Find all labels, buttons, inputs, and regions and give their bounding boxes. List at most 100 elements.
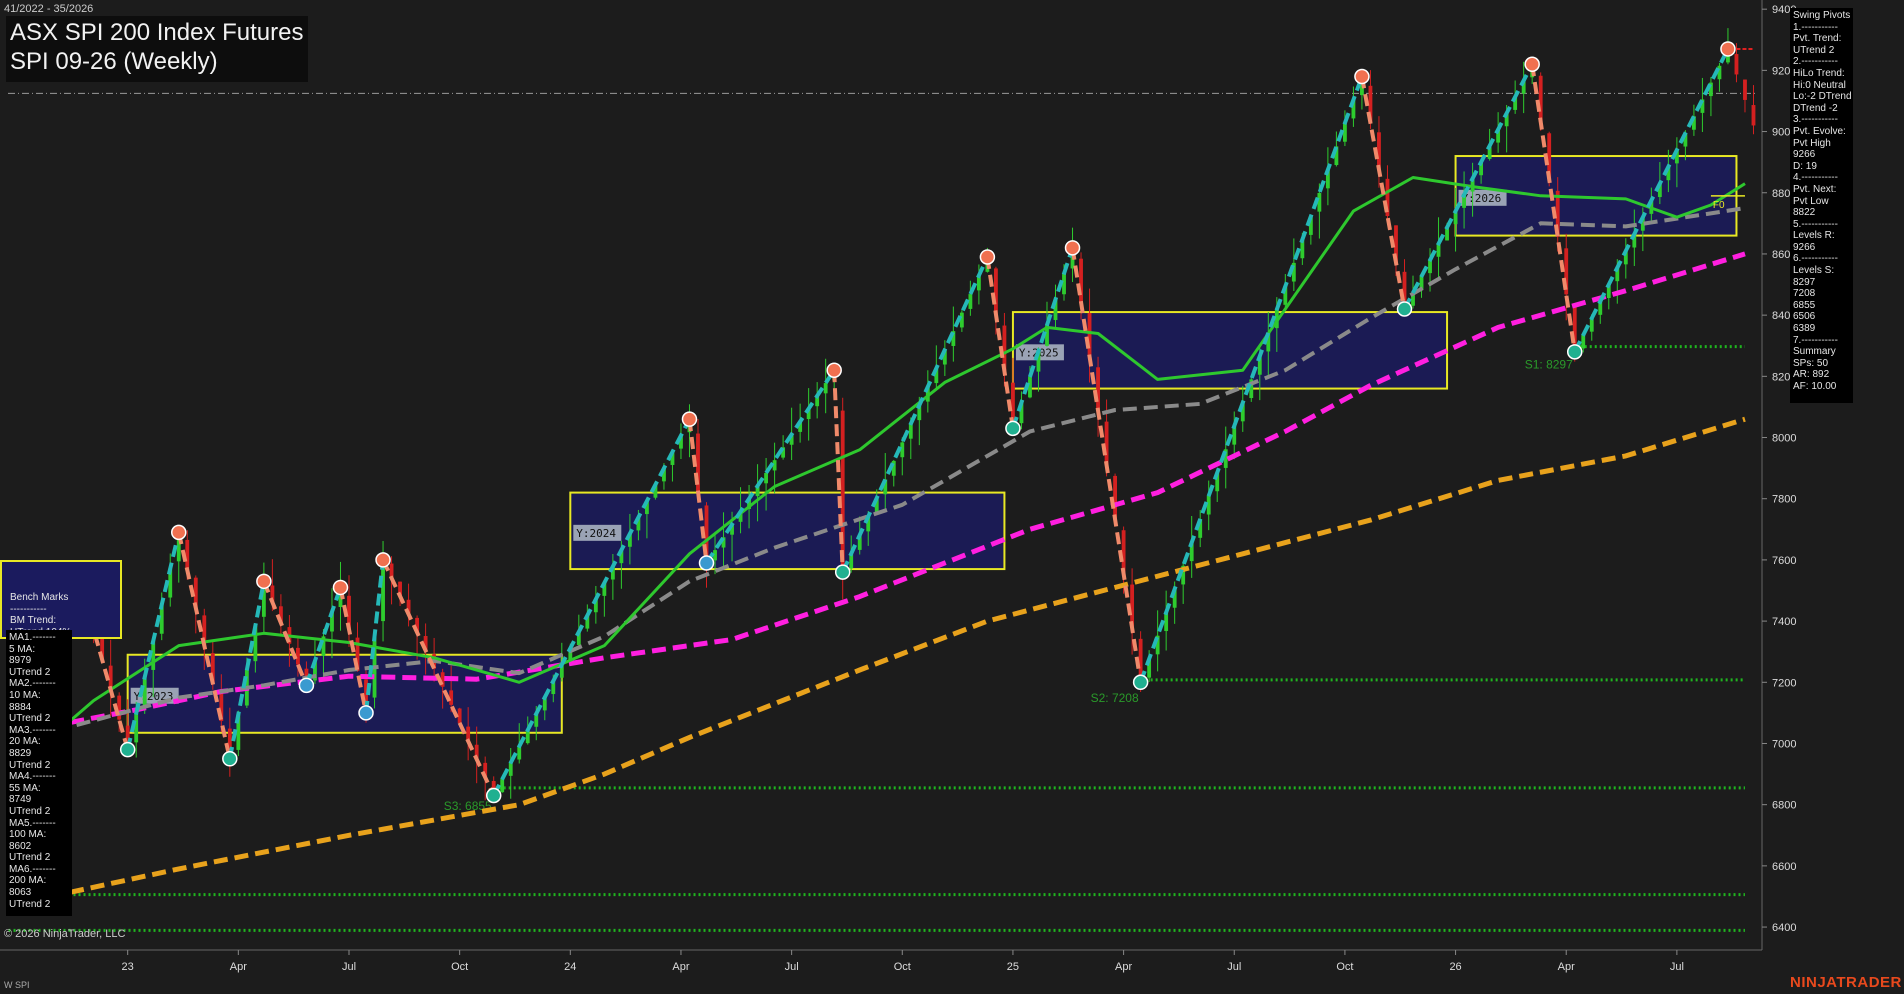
ma-panel-line: 5 MA: xyxy=(9,643,36,655)
swing-panel-line: 2.----------- xyxy=(1793,56,1838,68)
candle xyxy=(1394,225,1398,276)
candle xyxy=(168,553,173,607)
candle-body xyxy=(840,410,845,573)
candle-body xyxy=(1436,243,1441,257)
ma-panel-line: 8829 xyxy=(9,747,32,759)
ma-panel-line: UTrend 2 xyxy=(9,666,51,678)
chart-title-box: ASX SPI 200 Index Futures SPI 09-26 (Wee… xyxy=(6,16,308,82)
candle xyxy=(1325,147,1330,206)
candle-body xyxy=(1377,132,1381,170)
candle xyxy=(1743,79,1747,113)
time-tick-label: Jul xyxy=(342,961,356,973)
swing-high-pivot xyxy=(1064,240,1081,256)
swing-panel-line: 6.----------- xyxy=(1793,253,1838,265)
swing-low-pivot xyxy=(119,741,136,758)
swing-panel-line: D: 19 xyxy=(1793,160,1817,172)
candle xyxy=(806,388,811,441)
brand-logo: NINJATRADER xyxy=(1790,974,1902,991)
ma-panel-line: 8884 xyxy=(9,701,32,713)
time-tick-label: Jul xyxy=(1227,961,1241,973)
ma-panel-line: MA2.------- xyxy=(9,678,56,690)
time-tick-label: 26 xyxy=(1449,961,1461,973)
bench-panel-line: BM Trend: xyxy=(10,615,57,626)
time-tick-label: 25 xyxy=(1007,961,1019,973)
candle-body xyxy=(1538,75,1543,122)
swing-panel-line: Pvt High xyxy=(1793,137,1831,149)
ma-panel-line: 8063 xyxy=(9,887,32,899)
swing-low-pivot xyxy=(1566,344,1583,360)
candle xyxy=(1717,62,1722,92)
swing-high-pivot xyxy=(256,573,272,590)
swing-panel-line: 1.----------- xyxy=(1793,21,1838,33)
swing-low-pivot xyxy=(485,787,502,804)
candle-body xyxy=(1087,312,1092,357)
swing-panel-line: 7.----------- xyxy=(1793,334,1838,346)
swing-panel-line: 6855 xyxy=(1793,299,1816,311)
ma-panel-line: 100 MA: xyxy=(9,829,47,841)
swing-panel-line: Pvt. Trend: xyxy=(1793,33,1842,45)
ma-panel-line: 8749 xyxy=(9,794,32,806)
candle-body xyxy=(1743,79,1747,100)
price-tick-label: 6800 xyxy=(1772,800,1796,812)
candle xyxy=(1291,238,1296,292)
swing-low-pivot xyxy=(298,677,315,694)
swing-panel-line: Pvt. Evolve: xyxy=(1793,125,1846,137)
time-tick-label: Jul xyxy=(1670,961,1684,973)
swing-panel-line: 8822 xyxy=(1793,207,1816,219)
ma-panel-line: MA1.------- xyxy=(9,632,56,643)
candle-body xyxy=(823,383,828,394)
swing-panel-line: Lo:-2 DTrend xyxy=(1793,91,1852,103)
candle xyxy=(942,340,947,377)
time-tick-label: Apr xyxy=(230,961,247,973)
swing-high-pivot xyxy=(1720,41,1736,57)
candle-body xyxy=(151,640,156,670)
candle-body xyxy=(185,539,190,571)
year-label: Y:2026 xyxy=(1462,192,1502,205)
copyright: © 2026 NinjaTrader, LLC xyxy=(4,928,126,940)
time-tick-label: 24 xyxy=(564,961,576,973)
candle-body xyxy=(142,677,147,707)
support-level-label: S2: 7208 xyxy=(1091,691,1139,705)
year-range-box xyxy=(126,653,563,734)
candle-body xyxy=(508,762,513,776)
ma-panel-line: 20 MA: xyxy=(9,736,41,748)
candle-body xyxy=(1734,54,1739,75)
swing-pivots-panel: Swing Pivots 1.----------- Pvt. Trend: UTre… xyxy=(1790,8,1853,403)
swing-high-pivot xyxy=(681,411,698,427)
candle-body xyxy=(517,746,522,760)
candle xyxy=(593,585,598,624)
year-range-box xyxy=(569,491,1006,571)
bench-panel-line: Bench Marks xyxy=(10,592,69,603)
swing-panel-line: 7208 xyxy=(1793,288,1816,300)
support-level-label: S1: 8297 xyxy=(1525,358,1573,372)
chart-subtitle: SPI 09-26 (Weekly) xyxy=(10,48,218,75)
candle-body xyxy=(1121,530,1126,574)
swing-panel-line: Summary xyxy=(1793,346,1836,358)
swing-panel-line: 8297 xyxy=(1793,276,1816,288)
time-tick-label: Oct xyxy=(1336,961,1353,973)
swing-leg xyxy=(1359,76,1407,310)
swing-panel-line: AR: 892 xyxy=(1793,369,1830,381)
price-tick-label: 6400 xyxy=(1772,922,1796,934)
swing-panel-line: Pvt. Next: xyxy=(1793,183,1837,195)
ma-panel-line: 55 MA: xyxy=(9,782,41,794)
fib-level-label: F0 xyxy=(1713,200,1725,211)
swing-high-pivot xyxy=(171,524,187,541)
time-tick-label: Jul xyxy=(785,961,799,973)
year-range-box xyxy=(1011,311,1449,390)
time-tick-label: Apr xyxy=(1115,961,1132,973)
candle xyxy=(968,280,973,316)
time-tick-label: Apr xyxy=(672,961,689,973)
price-chart: 6400660068007000720074007600780080008200… xyxy=(0,0,1904,994)
swing-panel-line: 6506 xyxy=(1793,311,1816,323)
candle xyxy=(1436,217,1441,281)
candle xyxy=(372,630,377,709)
moving-average-line xyxy=(76,206,1746,728)
swing-low-pivot xyxy=(222,751,238,767)
candle-body xyxy=(134,713,139,743)
ma-panel-line: UTrend 2 xyxy=(9,898,51,910)
chart-title: ASX SPI 200 Index Futures xyxy=(10,19,304,46)
ma-panel-line: UTrend 2 xyxy=(9,759,51,771)
ma-panel-line: UTrend 2 xyxy=(9,852,51,864)
date-range: 41/2022 - 35/2026 xyxy=(4,3,94,15)
